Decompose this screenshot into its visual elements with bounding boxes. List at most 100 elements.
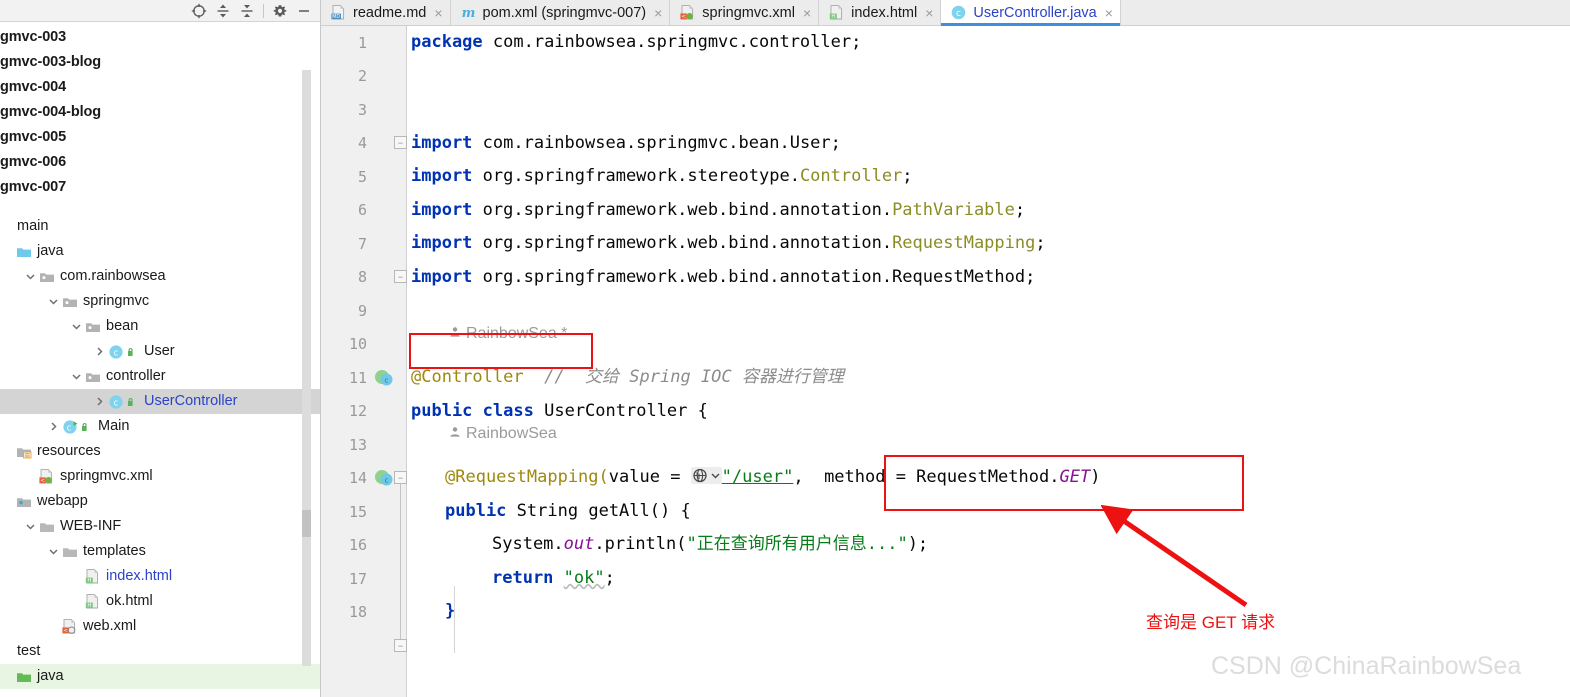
hide-panel-icon[interactable] <box>292 1 316 21</box>
tree-row-gmvc-004-blog[interactable]: gmvc-004-blog <box>0 100 320 125</box>
tree-row-gmvc-005[interactable]: gmvc-005 <box>0 125 320 150</box>
line-number: 14 <box>348 469 367 488</box>
tree-row-controller[interactable]: controller <box>0 364 320 389</box>
fold-marker-line17[interactable]: − <box>394 639 407 652</box>
tree-row-main[interactable]: main <box>0 214 320 239</box>
locate-target-icon[interactable] <box>187 1 211 21</box>
svg-text:c: c <box>385 376 389 384</box>
tree-row-gmvc-006[interactable]: gmvc-006 <box>0 150 320 175</box>
tree-row-gmvc-007[interactable]: gmvc-007 <box>0 175 320 200</box>
line-number: 12 <box>348 402 367 421</box>
code-line-1: package com.rainbowsea.springmvc.control… <box>411 26 861 60</box>
keyword-public-11: public <box>411 400 473 421</box>
url-string[interactable]: "/user" <box>722 467 794 487</box>
get-constant: GET <box>1059 467 1091 487</box>
editor-tab-index-html[interactable]: Hindex.html × <box>819 0 942 25</box>
chevron-down-icon[interactable] <box>69 371 84 382</box>
fold-marker-line14[interactable]: − <box>394 471 407 484</box>
import-type-6: PathVariable <box>892 199 1015 220</box>
svg-text:c: c <box>67 423 72 433</box>
tree-row-springmvc-xml[interactable]: < springmvc.xml <box>0 464 320 489</box>
tree-row-label: main <box>17 218 49 234</box>
editor-tab-label: springmvc.xml <box>702 4 795 21</box>
package-icon <box>38 268 55 285</box>
get-request-annotation-label: 查询是 GET 请求 <box>1146 613 1276 632</box>
tree-row-gmvc-004[interactable]: gmvc-004 <box>0 75 320 100</box>
editor-tab-pom-xml-springmvc-007-[interactable]: m pom.xml (springmvc-007) × <box>450 0 671 25</box>
tree-row-usercontroller[interactable]: c UserController <box>0 389 320 414</box>
code-area: 1 2 3 4 5 6 7 8 9 10 11 c 12 13 14 c 15 16 17 18 − − − − pa… <box>321 26 1570 697</box>
url-mapping-gutter-icon[interactable] <box>690 466 722 484</box>
keyword-import-5: import <box>411 166 473 186</box>
tree-row-web-inf[interactable]: WEB-INF <box>0 514 320 539</box>
code-line-10: @Controller // 交给 Spring IOC 容器进行管理 <box>411 361 844 395</box>
equals-13: = <box>659 467 691 487</box>
tree-row-templates[interactable]: templates <box>0 539 320 564</box>
java-main-class-icon: c <box>61 418 93 435</box>
spring-bean-gutter-icon[interactable]: c <box>370 368 400 388</box>
chevron-right-icon[interactable] <box>46 421 61 432</box>
project-tree[interactable]: gmvc-003 gmvc-003-blog gmvc-004 gmvc-004-bl… <box>0 22 320 697</box>
import-path-5: org.springframework.stereotype. <box>472 166 800 186</box>
collapse-all-icon[interactable] <box>235 1 259 21</box>
chevron-down-icon[interactable] <box>46 546 61 557</box>
chevron-down-icon[interactable] <box>46 296 61 307</box>
chevron-down-icon[interactable] <box>69 321 84 332</box>
keyword-import-6: import <box>411 199 473 220</box>
expand-all-icon[interactable] <box>211 1 235 21</box>
gutter-line-18: 18 <box>321 596 406 630</box>
close-icon[interactable]: × <box>434 6 442 20</box>
keyword-import-7: import <box>411 233 473 253</box>
close-icon[interactable]: × <box>654 6 662 20</box>
tree-row-user[interactable]: c User <box>0 339 320 364</box>
svg-text:m: m <box>461 6 475 21</box>
tree-row-webapp[interactable]: webapp <box>0 489 320 514</box>
editor-tab-usercontroller-java[interactable]: c UserController.java × <box>941 0 1121 26</box>
svg-text:c: c <box>956 9 961 19</box>
tree-row-resources[interactable]: resources <box>0 439 320 464</box>
close-icon[interactable]: × <box>1105 6 1113 20</box>
tree-row-web-xml[interactable]: < web.xml <box>0 614 320 639</box>
tree-row-label: com.rainbowsea <box>60 268 166 284</box>
maven-file-icon: m <box>460 4 477 21</box>
tree-row-gmvc-003-blog[interactable]: gmvc-003-blog <box>0 50 320 75</box>
code-line-15: System.out.println("正在查询所有用户信息..."); <box>492 528 928 562</box>
close-icon[interactable]: × <box>925 6 933 20</box>
line-number: 16 <box>348 536 367 555</box>
gutter-line-5: 5 <box>321 160 406 194</box>
tree-row-com-rainbowsea[interactable]: com.rainbowsea <box>0 264 320 289</box>
chevron-right-icon[interactable] <box>92 396 107 407</box>
tree-row-bean[interactable]: bean <box>0 314 320 339</box>
tree-row-main[interactable]: c Main <box>0 414 320 439</box>
brace-open-11: { <box>697 400 708 421</box>
web-xml-file-icon: < <box>61 618 78 635</box>
editor-pane: MD readme.md × m pom.xml (springmvc-007) × < sp… <box>321 0 1570 697</box>
code-text[interactable]: package com.rainbowsea.springmvc.control… <box>407 26 1570 697</box>
author-person-icon-13 <box>449 419 461 447</box>
scrollbar-thumb[interactable] <box>302 510 311 537</box>
tree-row-gmvc-003[interactable]: gmvc-003 <box>0 25 320 50</box>
comment-slashes-10: // <box>544 367 565 387</box>
editor-tab-label: index.html <box>851 4 918 21</box>
fold-marker-line4[interactable]: − <box>394 136 407 149</box>
tree-row-java[interactable]: java <box>0 239 320 264</box>
tree-row-ok-html[interactable]: Hok.html <box>0 589 320 614</box>
tree-row-index-html[interactable]: Hindex.html <box>0 564 320 589</box>
chevron-down-icon[interactable] <box>23 521 38 532</box>
fold-marker-line8[interactable]: − <box>394 270 407 283</box>
line-number: 17 <box>348 569 367 588</box>
gutter-line-16: 16 <box>321 529 406 563</box>
tree-row-springmvc[interactable]: springmvc <box>0 289 320 314</box>
editor-tab-readme-md[interactable]: MD readme.md × <box>321 0 451 25</box>
tree-row-test[interactable]: test <box>0 639 320 664</box>
tree-row-label: Main <box>98 418 130 434</box>
gutter-line-1: 1 <box>321 26 406 60</box>
settings-gear-icon[interactable] <box>268 1 292 21</box>
line-number: 4 <box>357 134 367 153</box>
tree-row-java[interactable]: java <box>0 664 320 689</box>
close-icon[interactable]: × <box>803 6 811 20</box>
editor-tab-springmvc-xml[interactable]: < springmvc.xml × <box>670 0 820 25</box>
sidebar-scrollbar[interactable] <box>302 70 311 666</box>
chevron-right-icon[interactable] <box>92 346 107 357</box>
chevron-down-icon[interactable] <box>23 271 38 282</box>
